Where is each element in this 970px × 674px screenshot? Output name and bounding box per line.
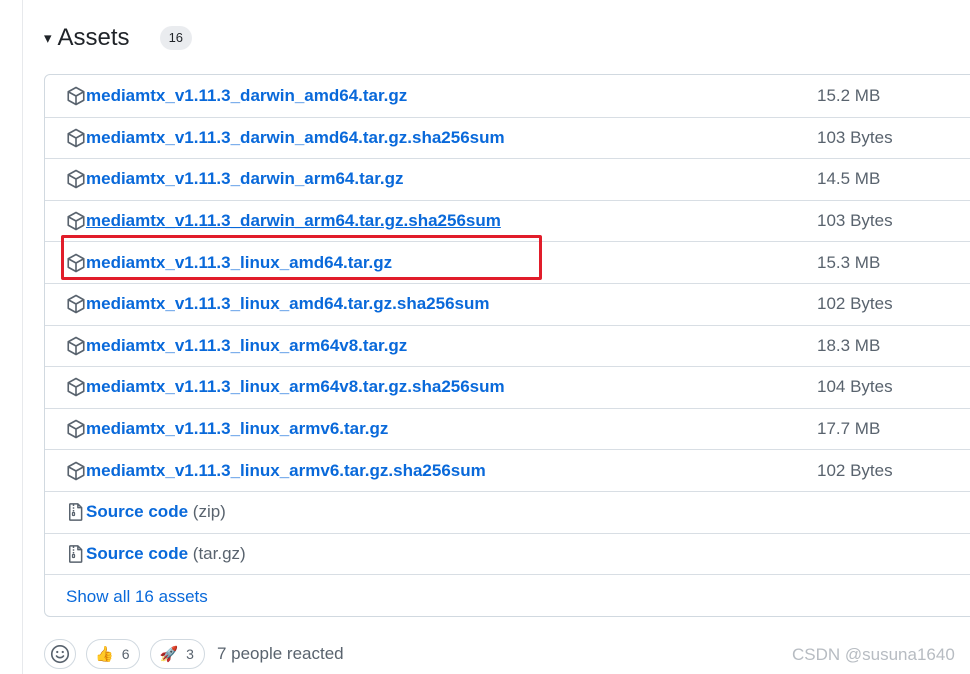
assets-header[interactable]: ▾ Assets 16 xyxy=(44,20,193,56)
asset-row: mediamtx_v1.11.3_linux_arm64v8.tar.gz.sh… xyxy=(45,366,970,408)
asset-size: 15.2 MB xyxy=(817,85,881,105)
asset-link[interactable]: mediamtx_v1.11.3_linux_arm64v8.tar.gz.sh… xyxy=(86,377,505,397)
thumbs-up-reaction[interactable]: 👍 6 xyxy=(86,639,141,669)
assets-title: Assets xyxy=(57,24,130,51)
add-reaction-button[interactable] xyxy=(44,639,76,669)
source-code-row: Source code (zip) xyxy=(45,491,970,533)
asset-row: mediamtx_v1.11.3_linux_amd64.tar.gz.sha2… xyxy=(45,283,970,325)
left-divider xyxy=(22,0,23,674)
file-zip-icon xyxy=(69,503,83,522)
caret-down-icon[interactable]: ▾ xyxy=(44,31,52,46)
asset-size: 102 Bytes xyxy=(817,294,893,314)
show-all-row: Show all 16 assets xyxy=(45,574,970,616)
asset-size: 15.3 MB xyxy=(817,252,881,272)
package-icon xyxy=(67,128,85,148)
reaction-count: 6 xyxy=(121,646,130,662)
asset-link-hovered[interactable]: mediamtx_v1.11.3_darwin_arm64.tar.gz.sha… xyxy=(86,211,501,231)
asset-row: mediamtx_v1.11.3_darwin_arm64.tar.gz 14.… xyxy=(45,158,970,200)
asset-row: mediamtx_v1.11.3_linux_amd64.tar.gz 15.3… xyxy=(45,241,970,283)
asset-size: 17.7 MB xyxy=(817,419,881,439)
asset-size: 102 Bytes xyxy=(817,460,893,480)
asset-size: 104 Bytes xyxy=(817,377,893,397)
source-code-zip-link[interactable]: Source code (zip) xyxy=(86,502,226,522)
asset-row: mediamtx_v1.11.3_darwin_arm64.tar.gz.sha… xyxy=(45,199,970,242)
asset-row: mediamtx_v1.11.3_linux_armv6.tar.gz.sha2… xyxy=(45,449,970,491)
package-icon xyxy=(67,419,85,439)
asset-link[interactable]: mediamtx_v1.11.3_linux_arm64v8.tar.gz xyxy=(86,336,407,356)
package-icon xyxy=(67,170,85,189)
package-icon xyxy=(67,86,85,106)
package-icon xyxy=(67,253,85,272)
asset-link[interactable]: mediamtx_v1.11.3_darwin_arm64.tar.gz xyxy=(86,169,404,189)
asset-size: 103 Bytes xyxy=(817,127,893,147)
reactions-bar: 👍 6 🚀 3 7 people reacted xyxy=(44,638,344,670)
asset-row: mediamtx_v1.11.3_linux_arm64v8.tar.gz 18… xyxy=(45,324,970,367)
asset-link[interactable]: mediamtx_v1.11.3_darwin_amd64.tar.gz.sha… xyxy=(86,128,505,148)
smiley-icon xyxy=(50,644,70,664)
package-icon xyxy=(67,378,85,397)
thumbs-up-icon: 👍 xyxy=(95,646,114,663)
source-code-row: Source code (tar.gz) xyxy=(45,532,970,575)
asset-size: 103 Bytes xyxy=(817,211,893,231)
asset-size: 18.3 MB xyxy=(817,335,881,355)
watermark: CSDN @susuna1640 xyxy=(792,645,955,664)
asset-link[interactable]: mediamtx_v1.11.3_darwin_amd64.tar.gz xyxy=(86,86,407,106)
asset-link[interactable]: mediamtx_v1.11.3_linux_amd64.tar.gz.sha2… xyxy=(86,294,490,314)
rocket-icon: 🚀 xyxy=(159,646,179,663)
asset-link[interactable]: mediamtx_v1.11.3_linux_armv6.tar.gz xyxy=(86,419,388,439)
reaction-count: 3 xyxy=(186,646,194,662)
package-icon xyxy=(67,336,85,356)
asset-row: mediamtx_v1.11.3_darwin_amd64.tar.gz.sha… xyxy=(45,116,970,159)
show-all-assets-link[interactable]: Show all 16 assets xyxy=(66,587,208,607)
reactions-summary: 7 people reacted xyxy=(216,644,344,663)
asset-row: mediamtx_v1.11.3_darwin_amd64.tar.gz 15.… xyxy=(45,75,970,117)
asset-size: 14.5 MB xyxy=(817,169,881,189)
package-icon xyxy=(67,294,85,314)
package-icon xyxy=(67,211,85,231)
asset-link[interactable]: mediamtx_v1.11.3_linux_armv6.tar.gz.sha2… xyxy=(86,461,486,481)
assets-count-badge: 16 xyxy=(159,26,193,50)
source-code-targz-link[interactable]: Source code (tar.gz) xyxy=(86,544,246,564)
package-icon xyxy=(67,461,85,480)
assets-list: mediamtx_v1.11.3_darwin_amd64.tar.gz 15.… xyxy=(44,74,970,617)
asset-link[interactable]: mediamtx_v1.11.3_linux_amd64.tar.gz xyxy=(86,253,392,273)
rocket-reaction[interactable]: 🚀 3 xyxy=(150,639,205,669)
file-zip-icon xyxy=(69,545,83,563)
asset-row: mediamtx_v1.11.3_linux_armv6.tar.gz 17.7… xyxy=(45,407,970,450)
